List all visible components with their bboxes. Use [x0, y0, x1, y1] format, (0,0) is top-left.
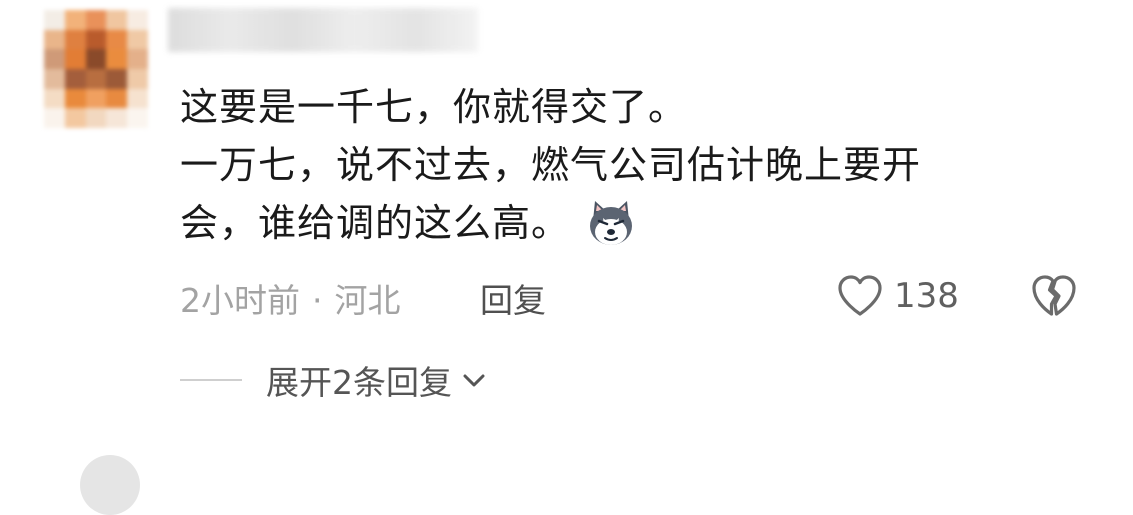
comment-line: 会，谁给调的这么高。 — [180, 194, 1080, 252]
comment-location: 河北 — [334, 281, 401, 320]
comment-line: 这要是一千七，你就得交了。 — [180, 85, 688, 129]
heart-outline-icon — [838, 275, 882, 316]
expand-replies-button[interactable]: 展开2条回复 — [180, 356, 488, 404]
dog-face-emoji — [590, 200, 633, 245]
comment-line: 一万七，说不过去，燃气公司估计晚上要开 — [180, 143, 922, 187]
avatar[interactable] — [44, 10, 148, 128]
chevron-down-icon — [463, 374, 485, 387]
expand-replies-label: 展开2条回复 — [266, 363, 452, 402]
dislike-button[interactable] — [1030, 274, 1078, 322]
broken-heart-icon — [1032, 275, 1076, 316]
like-count: 138 — [894, 276, 959, 316]
comment-time: 2小时前 — [180, 281, 300, 320]
like-button[interactable]: 138 — [836, 274, 959, 318]
divider-line — [180, 379, 242, 381]
comment-meta: 2小时前 · 河北 — [180, 274, 401, 322]
reply-button[interactable]: 回复 — [480, 274, 546, 322]
next-comment-avatar[interactable] — [80, 455, 140, 515]
meta-separator: · — [312, 281, 323, 320]
comment-text: 这要是一千七，你就得交了。 一万七，说不过去，燃气公司估计晚上要开 会，谁给调的… — [180, 78, 1080, 252]
username-redacted[interactable] — [168, 8, 478, 52]
